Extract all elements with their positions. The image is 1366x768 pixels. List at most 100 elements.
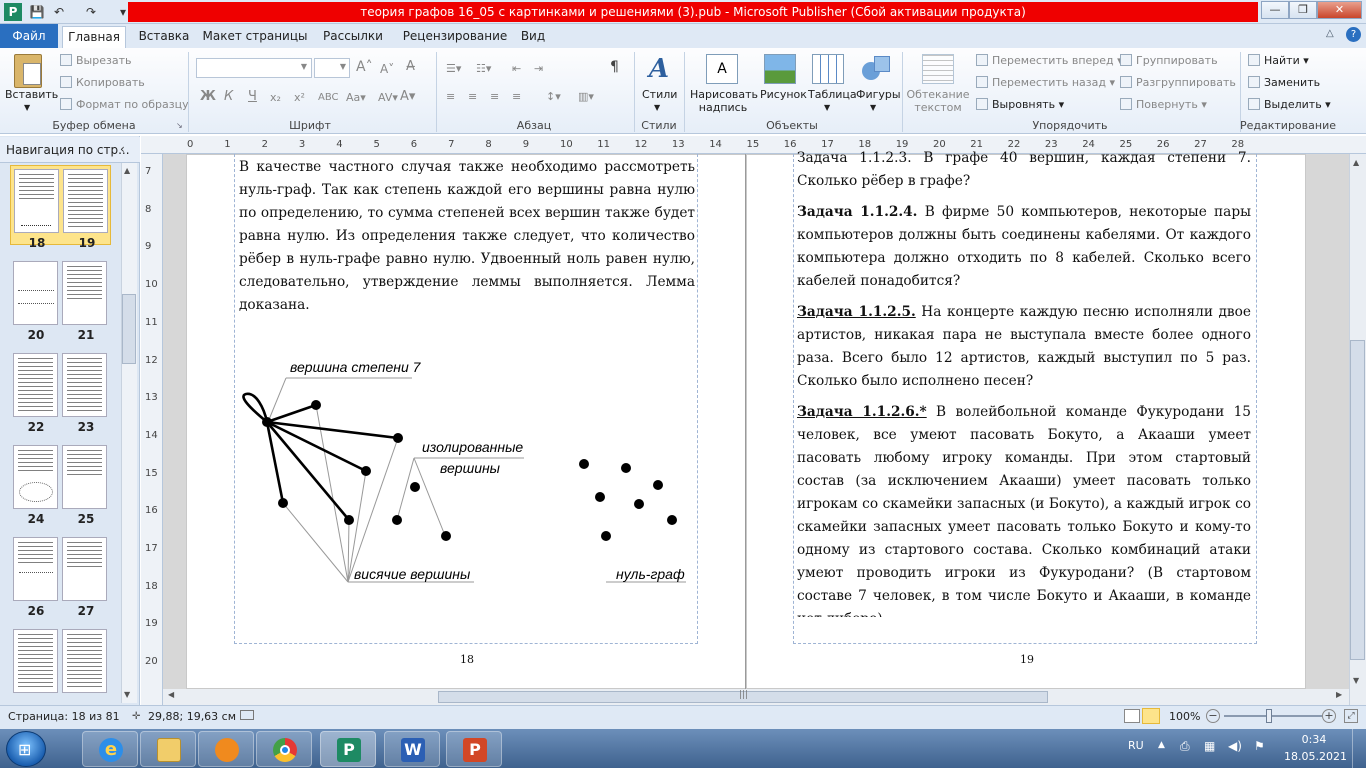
clear-format-icon[interactable]: A̶ xyxy=(406,60,415,74)
wrap-text-button[interactable]: Обтекание текстом xyxy=(906,88,970,114)
status-page-number[interactable]: Страница: 18 из 81 xyxy=(8,710,120,723)
grow-font-icon[interactable]: A˄ xyxy=(356,60,373,74)
group-button[interactable]: Группировать xyxy=(1120,54,1218,68)
close-button[interactable]: ✕ xyxy=(1317,1,1362,19)
taskbar-explorer[interactable] xyxy=(140,731,196,767)
taskbar-word[interactable]: W xyxy=(384,731,440,767)
send-backward-button[interactable]: Переместить назад ▾ xyxy=(976,76,1115,90)
bold-icon[interactable]: Ж xyxy=(200,90,216,104)
show-desktop-button[interactable] xyxy=(1352,729,1366,768)
tray-device-icon[interactable]: ⎙ xyxy=(1180,739,1190,754)
navigation-scrollbar[interactable] xyxy=(121,163,137,703)
scroll-left-icon[interactable]: ◀ xyxy=(168,690,174,699)
text-box-icon[interactable]: A xyxy=(706,54,738,84)
justify-icon[interactable]: ≡ xyxy=(512,90,521,104)
page-thumbnail-20-21[interactable]: 20 21 xyxy=(10,258,111,342)
select-button[interactable]: Выделить ▾ xyxy=(1248,98,1331,112)
taskbar-publisher[interactable]: P xyxy=(320,731,376,767)
shrink-font-icon[interactable]: A˅ xyxy=(380,62,394,76)
page-thumbnail-26-27[interactable]: 26 27 xyxy=(10,534,111,618)
single-page-view-icon[interactable] xyxy=(1124,709,1140,723)
horizontal-scroll-thumb[interactable]: ||| xyxy=(438,690,1048,703)
keyboard-language[interactable]: RU xyxy=(1128,739,1144,752)
page-18-body-text[interactable]: В качестве частного случая также необход… xyxy=(239,156,695,317)
taskbar-media-player[interactable] xyxy=(198,731,254,767)
bring-forward-button[interactable]: Переместить вперед ▾ xyxy=(976,54,1123,68)
tray-volume-icon[interactable]: ◀) xyxy=(1228,739,1242,753)
tray-network-icon[interactable]: ▦ xyxy=(1204,739,1215,753)
font-size-box[interactable]: ▼ xyxy=(314,58,350,78)
scroll-down-icon[interactable]: ▼ xyxy=(1353,676,1359,685)
vertical-ruler[interactable]: 7 8 9 10 11 12 13 14 15 16 17 18 19 20 xyxy=(141,154,163,705)
table-icon[interactable] xyxy=(812,54,844,84)
increase-indent-icon[interactable]: ⇥ xyxy=(534,62,543,76)
picture-icon[interactable] xyxy=(764,54,796,84)
save-icon[interactable]: 💾 xyxy=(28,3,46,21)
character-spacing-icon[interactable]: AV▾ xyxy=(378,91,398,105)
page-thumbnail-24-25[interactable]: 24 25 xyxy=(10,442,111,526)
redo-icon[interactable]: ↷ xyxy=(82,3,100,21)
ungroup-button[interactable]: Разгруппировать xyxy=(1120,76,1236,90)
cut-button[interactable]: Вырезать xyxy=(60,54,131,68)
tray-flag-icon[interactable]: ⚑ xyxy=(1254,739,1265,753)
ribbon-collapse-icon[interactable]: △ xyxy=(1326,28,1334,39)
font-name-box[interactable]: ▼ xyxy=(196,58,312,78)
numbering-icon[interactable]: ☷▾ xyxy=(476,62,491,76)
graph-figure[interactable]: вершина степени 7 изолированные вершины … xyxy=(234,340,698,590)
nav-scroll-up-icon[interactable]: ▲ xyxy=(124,166,130,175)
align-left-icon[interactable]: ≡ xyxy=(446,90,455,104)
replace-button[interactable]: Заменить xyxy=(1248,76,1320,90)
styles-icon[interactable]: A xyxy=(644,54,674,86)
page-thumbnail-18-19[interactable]: 18 19 xyxy=(10,165,111,250)
zoom-out-icon[interactable]: − xyxy=(1206,709,1220,723)
publisher-app-icon[interactable]: P xyxy=(4,3,22,21)
align-button[interactable]: Выровнять ▾ xyxy=(976,98,1064,112)
pilcrow-icon[interactable]: ¶ xyxy=(610,60,619,74)
maximize-button[interactable]: ❐ xyxy=(1289,1,1317,19)
page-19-text-frame[interactable]: Задача 1.1.2.3. В графе 40 вершин, кажда… xyxy=(797,147,1251,617)
draw-textbox-button[interactable]: Нарисовать надпись xyxy=(690,88,758,114)
zoom-level[interactable]: 100% xyxy=(1169,710,1200,723)
paste-button[interactable]: Вставить xyxy=(5,88,58,102)
tab-view[interactable]: Вид xyxy=(516,26,550,48)
taskbar-chrome[interactable] xyxy=(256,731,312,767)
shapes-icon[interactable] xyxy=(860,54,892,84)
underline-icon[interactable]: Ч xyxy=(248,90,257,104)
tab-insert[interactable]: Вставка xyxy=(134,26,194,48)
page-thumbnail-28-29[interactable] xyxy=(10,626,111,702)
change-case-icon[interactable]: Aa▾ xyxy=(346,91,366,105)
decrease-indent-icon[interactable]: ⇤ xyxy=(512,62,521,76)
align-center-icon[interactable]: ≡ xyxy=(468,90,477,104)
bullets-icon[interactable]: ☰▾ xyxy=(446,62,461,76)
shapes-dropdown-icon[interactable]: ▼ xyxy=(870,101,876,115)
font-color-icon[interactable]: A▾ xyxy=(400,90,415,104)
table-dropdown-icon[interactable]: ▼ xyxy=(824,101,830,115)
table-button[interactable]: Таблица xyxy=(808,88,857,102)
vertical-scroll-thumb[interactable] xyxy=(1350,340,1365,660)
clock-time[interactable]: 0:34 xyxy=(1288,733,1340,746)
zoom-in-icon[interactable]: + xyxy=(1322,709,1336,723)
fit-page-icon[interactable]: ⤢ xyxy=(1344,709,1358,723)
small-caps-icon[interactable]: ABC xyxy=(318,91,339,105)
scroll-right-icon[interactable]: ▶ xyxy=(1336,690,1342,699)
clock-date[interactable]: 18.05.2021 xyxy=(1284,750,1347,763)
wrap-text-icon[interactable] xyxy=(922,54,954,84)
nav-scroll-thumb[interactable] xyxy=(122,294,136,364)
rotate-button[interactable]: Повернуть ▾ xyxy=(1120,98,1207,112)
shapes-button[interactable]: Фигуры xyxy=(856,88,901,102)
tab-file[interactable]: Файл xyxy=(0,24,58,48)
taskbar-powerpoint[interactable]: P xyxy=(446,731,502,767)
paste-icon[interactable] xyxy=(14,54,42,88)
italic-icon[interactable]: К xyxy=(224,90,233,104)
page-thumbnail-22-23[interactable]: 22 23 xyxy=(10,350,111,434)
tray-expand-icon[interactable]: ▲ xyxy=(1158,740,1165,750)
zoom-slider-thumb[interactable] xyxy=(1266,709,1272,723)
dialog-launcher-icon[interactable]: ↘ xyxy=(176,121,183,130)
navigation-close-icon[interactable]: ‹ xyxy=(120,142,125,156)
undo-icon[interactable]: ↶ xyxy=(50,3,68,21)
scroll-up-icon[interactable]: ▲ xyxy=(1353,158,1359,167)
paste-dropdown-icon[interactable]: ▼ xyxy=(24,101,30,115)
tab-page-layout[interactable]: Макет страницы xyxy=(200,26,310,48)
format-painter-button[interactable]: Формат по образцу xyxy=(60,98,189,112)
find-button[interactable]: Найти ▾ xyxy=(1248,54,1309,68)
